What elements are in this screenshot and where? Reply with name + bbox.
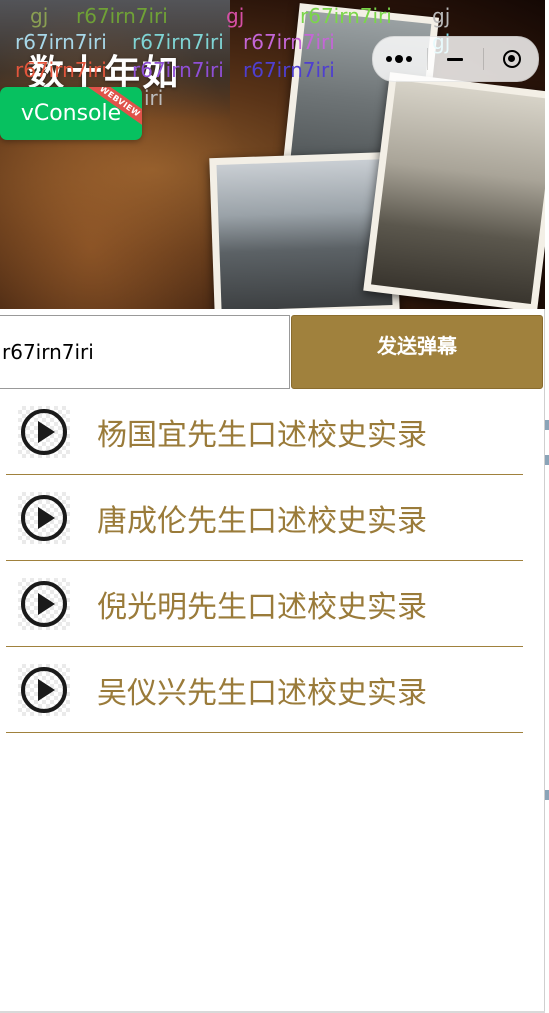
edge-fragment	[545, 420, 549, 430]
list-item[interactable]: 吴仪兴先生口述校史实录	[6, 647, 523, 733]
more-button[interactable]	[374, 39, 424, 79]
close-button[interactable]	[487, 39, 537, 79]
list-item[interactable]: 唐成伦先生口述校史实录	[6, 475, 523, 561]
list-item-label: 唐成伦先生口述校史实录	[97, 503, 427, 539]
list-item[interactable]: 倪光明先生口述校史实录	[6, 561, 523, 647]
edge-fragment	[545, 455, 549, 465]
vconsole-label: vConsole	[20, 101, 122, 126]
page-edge	[544, 309, 545, 1013]
minimize-icon	[447, 57, 464, 61]
danmaku-text: r67irn7iri	[132, 58, 224, 82]
danmaku-input[interactable]	[0, 315, 290, 389]
capsule-divider	[426, 48, 428, 70]
list-item-label: 吴仪兴先生口述校史实录	[97, 675, 427, 711]
vconsole-button[interactable]: vConsole WEBVIEW	[0, 87, 142, 140]
list-item-label: 倪光明先生口述校史实录	[97, 589, 427, 625]
danmaku-text: r67irn7iri	[15, 58, 107, 82]
danmaku-text: r67irn7iri	[300, 4, 392, 28]
danmaku-text: gj	[432, 4, 451, 28]
danmaku-text: r67irn7iri	[243, 30, 335, 54]
list-item-label: 杨国宜先生口述校史实录	[97, 417, 427, 453]
archive-photo	[363, 72, 545, 309]
danmaku-text: r67irn7iri	[243, 58, 335, 82]
danmaku-text: r67irn7iri	[132, 30, 224, 54]
danmaku-text: iri	[144, 86, 164, 110]
target-close-icon	[502, 50, 521, 68]
danmaku-text: r67irn7iri	[15, 30, 107, 54]
video-list: 杨国宜先生口述校史实录 唐成伦先生口述校史实录 倪光明先生口述校史实录 吴仪兴先…	[6, 389, 523, 733]
play-icon	[18, 577, 70, 630]
list-item[interactable]: 杨国宜先生口述校史实录	[6, 389, 523, 475]
mini-program-capsule	[372, 36, 539, 82]
minimize-button[interactable]	[430, 39, 480, 79]
play-icon	[18, 491, 70, 544]
send-danmaku-button[interactable]: 发送弹幕	[291, 315, 543, 389]
play-icon	[18, 405, 70, 458]
danmaku-text: gj	[226, 4, 245, 28]
edge-fragment	[545, 790, 549, 800]
play-icon	[18, 663, 70, 716]
danmaku-text: gj	[30, 4, 49, 28]
more-dots-icon	[386, 55, 413, 63]
danmaku-text: r67irn7iri	[76, 4, 168, 28]
capsule-divider	[483, 48, 485, 70]
danmaku-bar: 发送弹幕	[0, 315, 545, 389]
